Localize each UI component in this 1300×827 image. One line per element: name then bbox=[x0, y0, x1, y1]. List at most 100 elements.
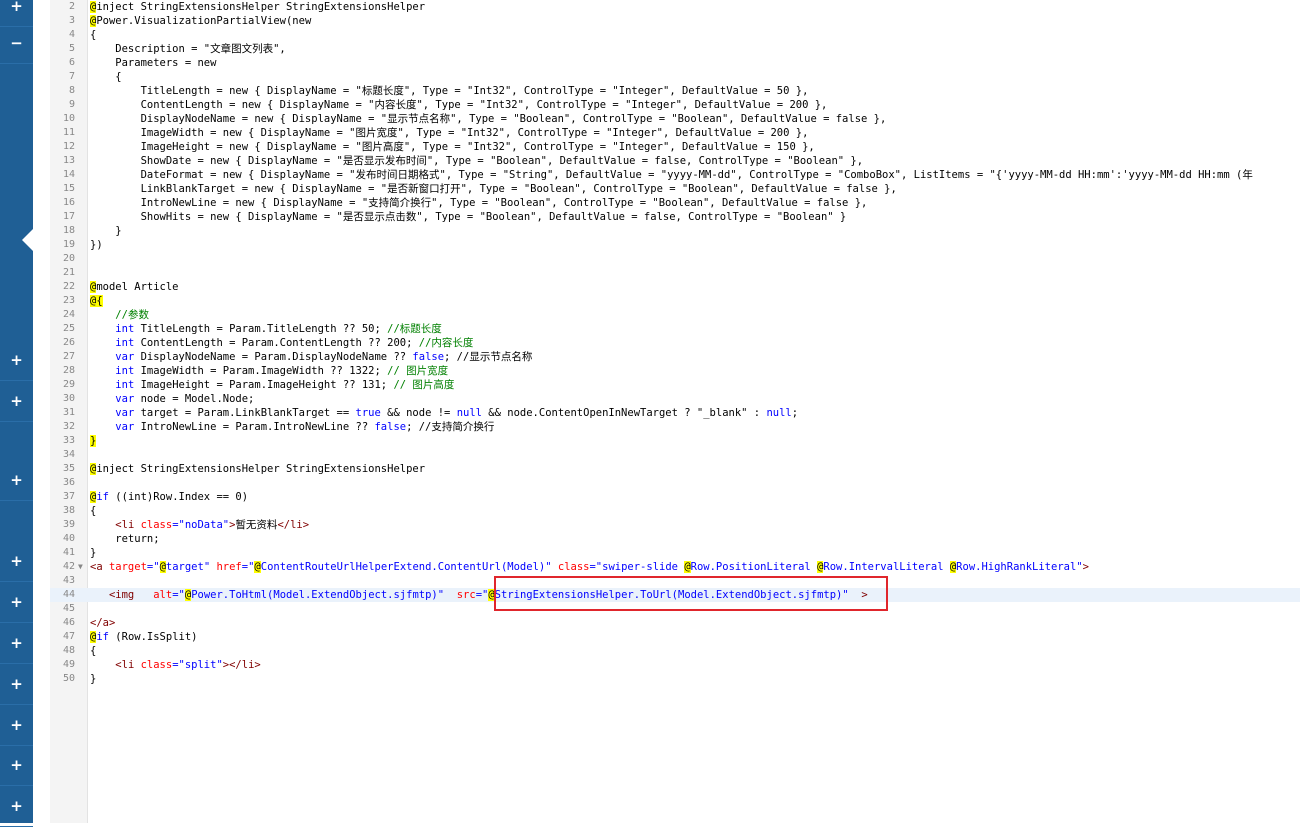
sidebar-expand-button[interactable]: + bbox=[0, 664, 33, 705]
sidebar-collapse-button[interactable]: − bbox=[0, 23, 33, 64]
code-token: (Row.IsSplit) bbox=[108, 631, 198, 643]
code-line[interactable]: 31 var target = Param.LinkBlankTarget ==… bbox=[50, 406, 1300, 420]
line-code: } bbox=[90, 546, 96, 560]
code-line[interactable]: 22 @model Article bbox=[50, 280, 1300, 294]
code-line[interactable]: 18 } bbox=[50, 224, 1300, 238]
line-code: @inject StringExtensionsHelper StringExt… bbox=[90, 0, 425, 14]
code-editor[interactable]: 2 @inject StringExtensionsHelper StringEx… bbox=[50, 0, 1300, 823]
code-line[interactable]: 40 return; bbox=[50, 532, 1300, 546]
code-token: IntroNewLine = new { DisplayName = "支持简介… bbox=[90, 197, 868, 209]
code-token: </a> bbox=[90, 617, 116, 629]
code-line[interactable]: 34 bbox=[50, 448, 1300, 462]
code-line[interactable]: 17 ShowHits = new { DisplayName = "是否显示点… bbox=[50, 210, 1300, 224]
code-line[interactable]: 42 ▼ <a target="@target" href="@ContentRou… bbox=[50, 560, 1300, 574]
code-line[interactable]: 12 ImageHeight = new { DisplayName = "图片… bbox=[50, 140, 1300, 154]
line-number: 45 bbox=[62, 603, 75, 614]
code-line[interactable]: 5 Description = "文章图文列表", bbox=[50, 42, 1300, 56]
code-line[interactable]: 46 </a> bbox=[50, 616, 1300, 630]
code-line[interactable]: 20 bbox=[50, 252, 1300, 266]
fold-toggle-icon[interactable]: ▼ bbox=[78, 560, 83, 574]
code-line[interactable]: 7 { bbox=[50, 70, 1300, 84]
line-number: 22 bbox=[62, 281, 75, 292]
code-line[interactable]: 15 LinkBlankTarget = new { DisplayName =… bbox=[50, 182, 1300, 196]
code-token: ; //显示节点名称 bbox=[444, 351, 533, 363]
code-token: //参数 bbox=[115, 309, 149, 321]
code-token: ImageHeight = Param.ImageHeight ?? 131; bbox=[134, 379, 394, 391]
line-code: //参数 bbox=[90, 308, 149, 322]
code-token: DisplayNodeName = Param.DisplayNodeName … bbox=[134, 351, 413, 363]
code-line[interactable]: 47 @if (Row.IsSplit) bbox=[50, 630, 1300, 644]
sidebar-expand-button[interactable]: + bbox=[0, 623, 33, 664]
line-number: 27 bbox=[62, 351, 75, 362]
code-line[interactable]: 26 int ContentLength = Param.ContentLeng… bbox=[50, 336, 1300, 350]
code-line[interactable]: 28 int ImageWidth = Param.ImageWidth ?? … bbox=[50, 364, 1300, 378]
code-line[interactable]: 41} bbox=[50, 546, 1300, 560]
code-line[interactable]: 8 TitleLength = new { DisplayName = "标题长… bbox=[50, 84, 1300, 98]
code-line[interactable]: 13 ShowDate = new { DisplayName = "是否显示发… bbox=[50, 154, 1300, 168]
code-line[interactable]: 14 DateFormat = new { DisplayName = "发布时… bbox=[50, 168, 1300, 182]
sidebar-expand-button[interactable]: + bbox=[0, 460, 33, 501]
code-line[interactable]: 48 { bbox=[50, 644, 1300, 658]
sidebar-expand-button[interactable]: + bbox=[0, 582, 33, 623]
code-line[interactable]: 37 @if ((int)Row.Index == 0) bbox=[50, 490, 1300, 504]
code-line[interactable]: 4{ bbox=[50, 28, 1300, 42]
sidebar-expand-button[interactable]: + bbox=[0, 340, 33, 381]
line-number: 33 bbox=[62, 435, 75, 446]
sidebar-expand-button[interactable]: + bbox=[0, 705, 33, 746]
line-number: 42 bbox=[62, 561, 75, 572]
code-line[interactable]: 30 var node = Model.Node; bbox=[50, 392, 1300, 406]
code-line[interactable]: 10 DisplayNodeName = new { DisplayName =… bbox=[50, 112, 1300, 126]
sidebar-expand-button[interactable]: + bbox=[0, 541, 33, 582]
line-code: var target = Param.LinkBlankTarget == tr… bbox=[90, 406, 798, 420]
line-code: int ContentLength = Param.ContentLength … bbox=[90, 336, 473, 350]
code-token: // 图片宽度 bbox=[387, 365, 449, 377]
code-token: { bbox=[90, 645, 97, 657]
code-token: href bbox=[216, 561, 242, 573]
code-line[interactable]: 6 Parameters = new bbox=[50, 56, 1300, 70]
code-line[interactable]: 11 ImageWidth = new { DisplayName = "图片宽… bbox=[50, 126, 1300, 140]
line-number: 30 bbox=[62, 393, 75, 404]
code-line[interactable]: 16 IntroNewLine = new { DisplayName = "支… bbox=[50, 196, 1300, 210]
code-line[interactable]: 50} bbox=[50, 672, 1300, 686]
code-token: =" bbox=[146, 561, 160, 573]
line-number: 8 bbox=[68, 85, 75, 96]
line-number: 35 bbox=[62, 463, 75, 474]
code-line[interactable]: 19}) bbox=[50, 238, 1300, 252]
code-line[interactable]: 27 var DisplayNodeName = Param.DisplayNo… bbox=[50, 350, 1300, 364]
line-code: @Power.VisualizationPartialView(new bbox=[90, 14, 311, 28]
code-line[interactable]: 21 bbox=[50, 266, 1300, 280]
code-token: ; bbox=[791, 407, 799, 419]
code-line[interactable]: 38 { bbox=[50, 504, 1300, 518]
code-token: } bbox=[90, 547, 97, 559]
sidebar-expand-button[interactable]: + bbox=[0, 786, 33, 827]
code-line[interactable]: 32 var IntroNewLine = Param.IntroNewLine… bbox=[50, 420, 1300, 434]
line-number: 6 bbox=[68, 57, 75, 68]
code-token: ContentLength = new { DisplayName = "内容长… bbox=[90, 99, 828, 111]
code-token: <li bbox=[115, 659, 141, 671]
code-line[interactable]: 2 @inject StringExtensionsHelper StringEx… bbox=[50, 0, 1300, 14]
code-line[interactable]: 3 @Power.VisualizationPartialView(new bbox=[50, 14, 1300, 28]
line-number: 7 bbox=[68, 71, 75, 82]
code-line[interactable]: 39 <li class="noData">暂无资料</li> bbox=[50, 518, 1300, 532]
line-number: 21 bbox=[62, 267, 75, 278]
line-number: 17 bbox=[62, 211, 75, 222]
code-token: if bbox=[96, 631, 109, 643]
sidebar-expand-button[interactable]: + bbox=[0, 745, 33, 786]
code-line[interactable]: 36 bbox=[50, 476, 1300, 490]
code-line[interactable]: 24 //参数 bbox=[50, 308, 1300, 322]
line-code: ImageHeight = new { DisplayName = "图片高度"… bbox=[90, 140, 815, 154]
code-token: src bbox=[456, 589, 476, 601]
line-number: 49 bbox=[62, 659, 75, 670]
code-line[interactable]: 9 ContentLength = new { DisplayName = "内… bbox=[50, 98, 1300, 112]
line-number: 2 bbox=[68, 1, 75, 12]
sidebar-expand-button[interactable]: + bbox=[0, 381, 33, 422]
code-line[interactable]: 49 <li class="split"></li> bbox=[50, 658, 1300, 672]
code-line[interactable]: 25 int TitleLength = Param.TitleLength ?… bbox=[50, 322, 1300, 336]
code-line[interactable]: 29 int ImageHeight = Param.ImageHeight ?… bbox=[50, 378, 1300, 392]
code-line[interactable]: 23 @{ bbox=[50, 294, 1300, 308]
code-line[interactable]: 33} bbox=[50, 434, 1300, 448]
code-line[interactable]: 35 @inject StringExtensionsHelper StringE… bbox=[50, 462, 1300, 476]
line-code: </a> bbox=[90, 616, 115, 630]
